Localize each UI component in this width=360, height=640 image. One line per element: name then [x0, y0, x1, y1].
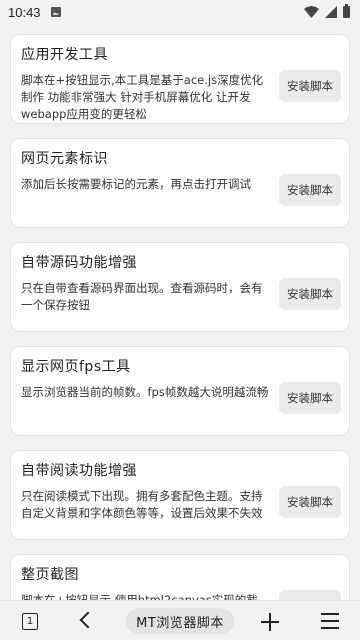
- card-description: 只在自带查看源码界面出现。查看源码时，会有一个保存按钮: [21, 281, 263, 312]
- install-button[interactable]: 安装脚本: [279, 486, 341, 518]
- card-description: 脚本在+按钮显示,本工具是基于ace.js深度优化制作 功能非常强大 针对手机屏…: [21, 73, 264, 121]
- card-title: 自带阅读功能增强: [21, 463, 137, 479]
- bottom-navigation-bar: 1 MT浏览器脚本: [0, 600, 360, 640]
- tabs-button[interactable]: 1: [22, 613, 38, 630]
- image-icon: [50, 7, 61, 17]
- script-card-reader-enhance: 自带阅读功能增强 只在阅读模式下出现。拥有多套配色主题。支持自定义背景和字体颜色…: [10, 450, 350, 540]
- install-button[interactable]: 安装脚本: [279, 278, 341, 310]
- card-title: 自带源码功能增强: [21, 255, 137, 271]
- status-indicators: [304, 4, 350, 18]
- status-bar: 10:43: [0, 0, 360, 24]
- script-card-page-screenshot: 整页截图 脚本在+按钮显示,使用html2canvas实现的截图，出于某些因素，…: [10, 554, 350, 604]
- install-button[interactable]: 安装脚本: [279, 174, 341, 206]
- install-button[interactable]: 安装脚本: [279, 382, 341, 414]
- card-title: 显示网页fps工具: [21, 359, 131, 375]
- script-card-fps-tool: 显示网页fps工具 显示浏览器当前的帧数。fps帧数越大说明越流畅 安装脚本: [10, 346, 350, 436]
- card-title: 整页截图: [21, 567, 79, 583]
- battery-icon: [343, 4, 350, 18]
- back-icon[interactable]: [79, 611, 97, 629]
- status-time: 10:43: [8, 4, 41, 20]
- plus-icon[interactable]: [261, 613, 279, 631]
- card-description: 只在阅读模式下出现。拥有多套配色主题。支持自定义背景和字体颜色等等，设置后效果不…: [21, 489, 263, 520]
- script-card-app-dev-tool: 应用开发工具 脚本在+按钮显示,本工具是基于ace.js深度优化制作 功能非常强…: [10, 34, 350, 124]
- install-button[interactable]: 安装脚本: [279, 70, 341, 102]
- wifi-icon: [304, 6, 319, 18]
- script-list[interactable]: 应用开发工具 脚本在+按钮显示,本工具是基于ace.js深度优化制作 功能非常强…: [0, 24, 360, 604]
- card-description: 添加后长按需要标记的元素，再点击打开调试: [21, 177, 251, 191]
- card-description: 显示浏览器当前的帧数。fps帧数越大说明越流畅: [21, 385, 269, 399]
- card-title: 应用开发工具: [21, 47, 108, 63]
- address-bar[interactable]: MT浏览器脚本: [126, 608, 234, 634]
- script-card-element-marker: 网页元素标识 添加后长按需要标记的元素，再点击打开调试 安装脚本: [10, 138, 350, 228]
- signal-icon: [325, 6, 337, 18]
- card-title: 网页元素标识: [21, 151, 108, 167]
- menu-icon[interactable]: [321, 613, 339, 629]
- script-card-source-enhance: 自带源码功能增强 只在自带查看源码界面出现。查看源码时，会有一个保存按钮 安装脚…: [10, 242, 350, 332]
